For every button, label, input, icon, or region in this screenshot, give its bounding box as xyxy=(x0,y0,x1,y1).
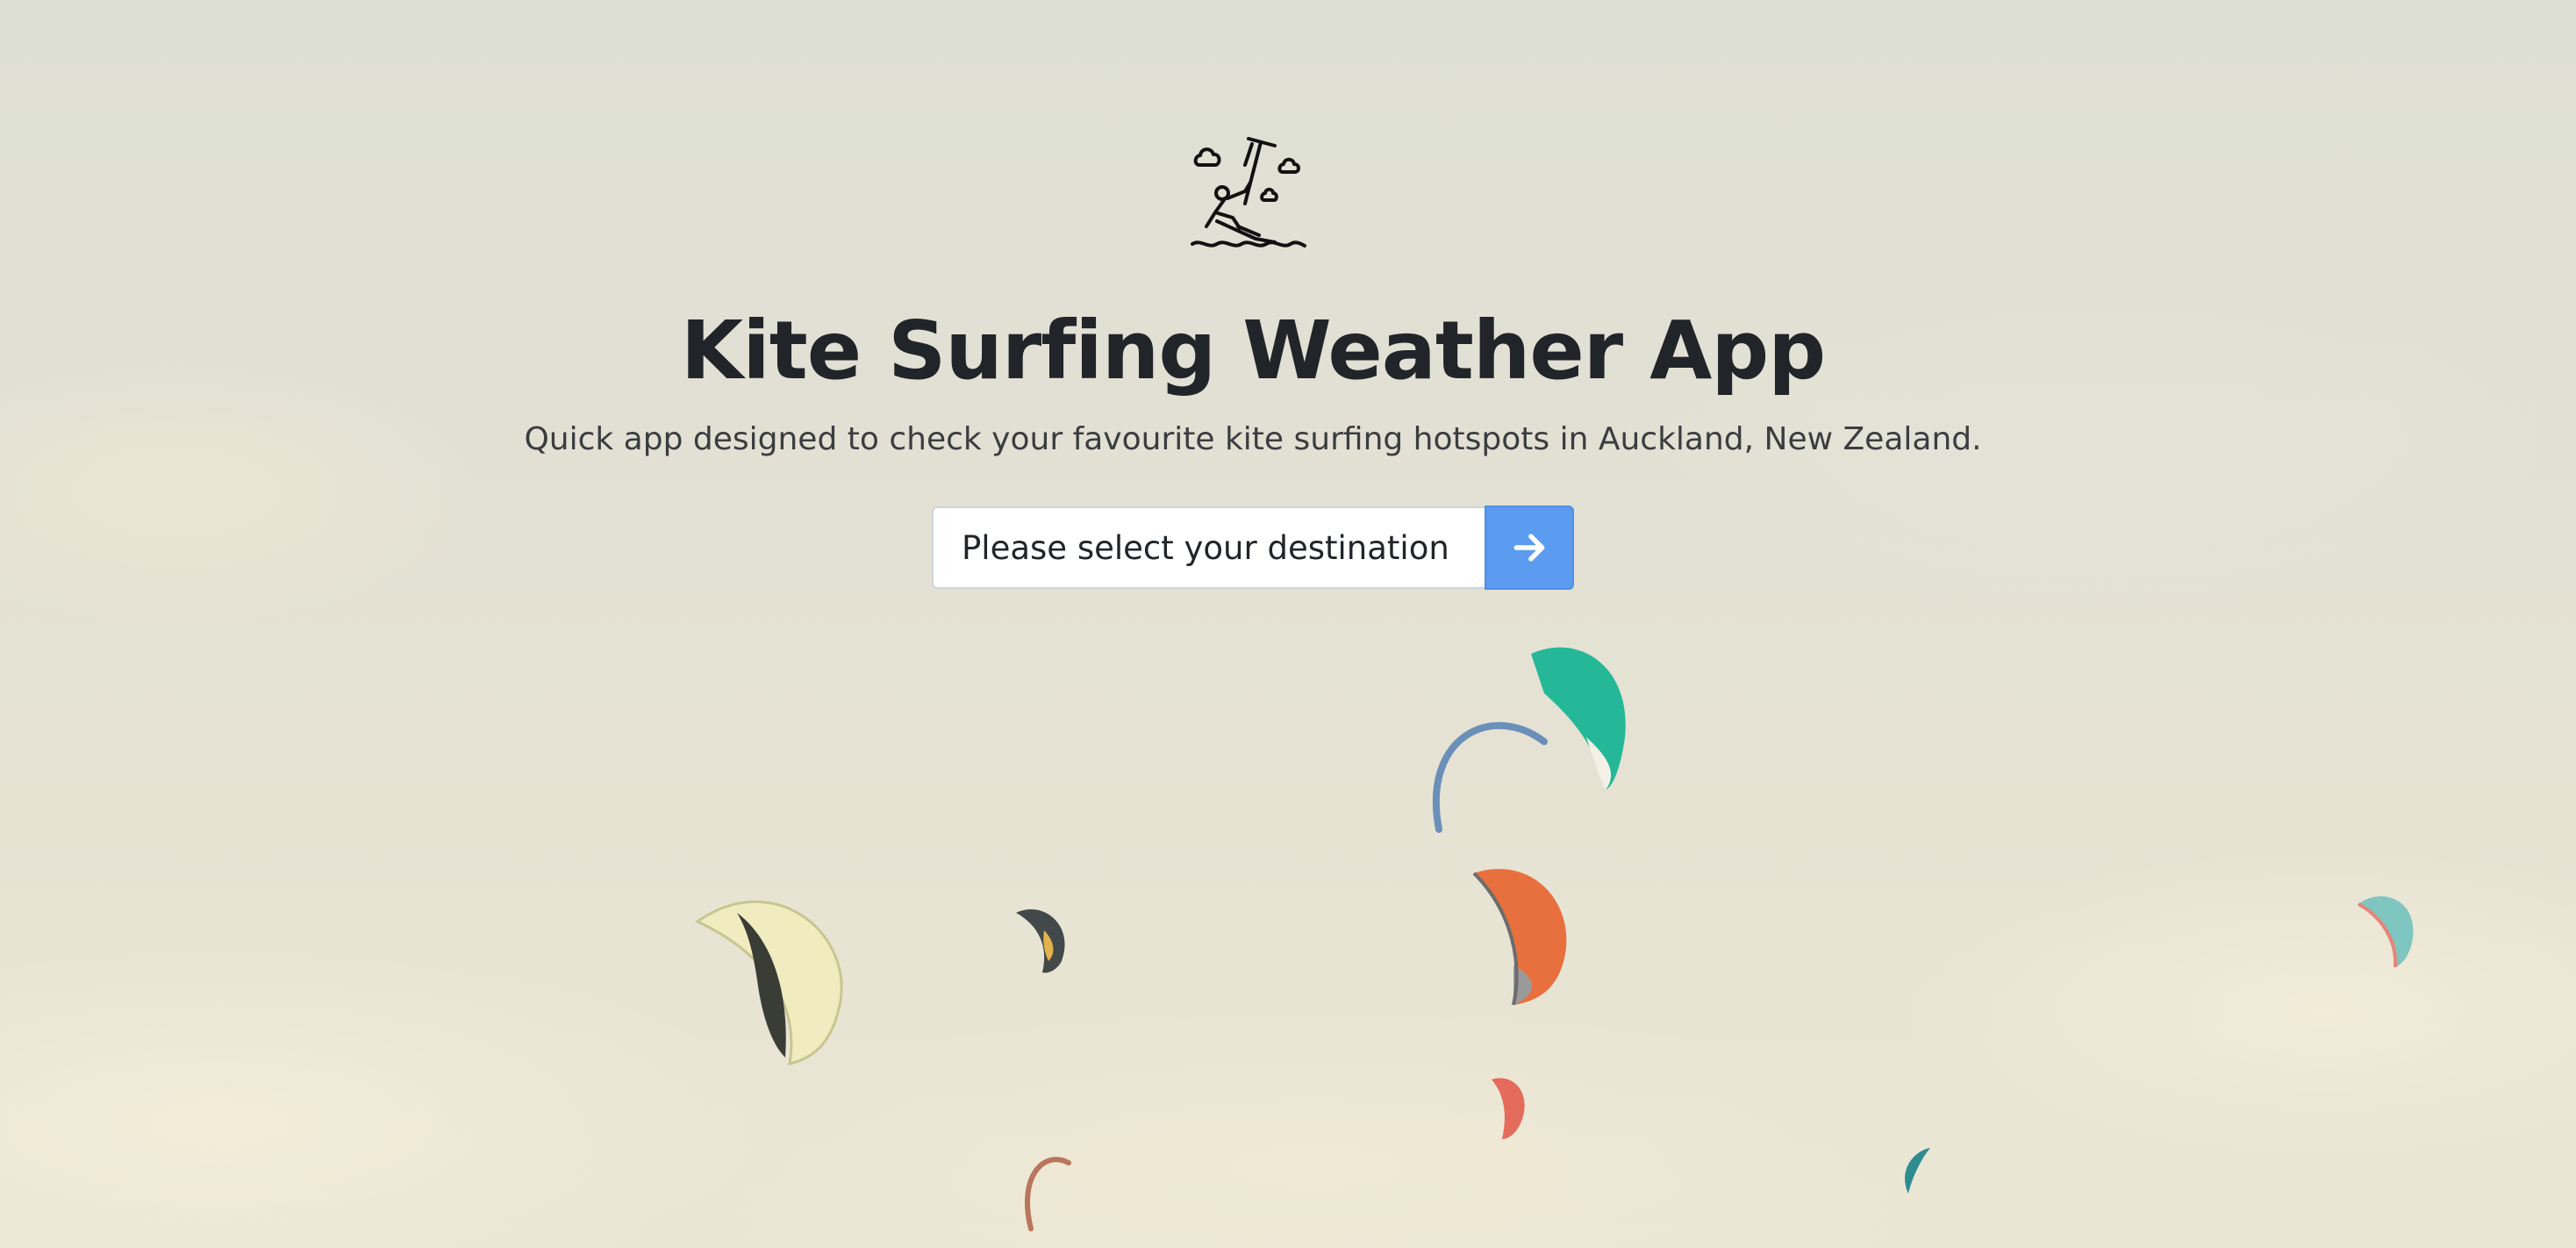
kite-orange xyxy=(1472,869,1567,1006)
kitesurfer-icon xyxy=(1191,137,1306,247)
kite-cream-black xyxy=(695,900,843,1065)
destination-select[interactable]: Please select your destination xyxy=(932,506,1485,589)
kite-small-dark xyxy=(1016,909,1065,973)
kite-small-red xyxy=(1492,1078,1525,1139)
page-title: Kite Surfing Weather App xyxy=(680,304,1826,398)
go-button[interactable] xyxy=(1485,506,1574,590)
destination-form: Please select your destination xyxy=(932,506,1574,591)
kite-small-arc xyxy=(1025,1157,1071,1231)
kite-small-teal xyxy=(1905,1148,1930,1194)
kite-blue-arc xyxy=(1432,721,1548,833)
kite-right-teal xyxy=(2358,896,2414,968)
kite-green xyxy=(1531,647,1626,790)
destination-select-label: Please select your destination xyxy=(962,528,1449,567)
arrow-right-icon xyxy=(1513,534,1545,562)
page-subtitle: Quick app designed to check your favouri… xyxy=(524,421,1982,457)
